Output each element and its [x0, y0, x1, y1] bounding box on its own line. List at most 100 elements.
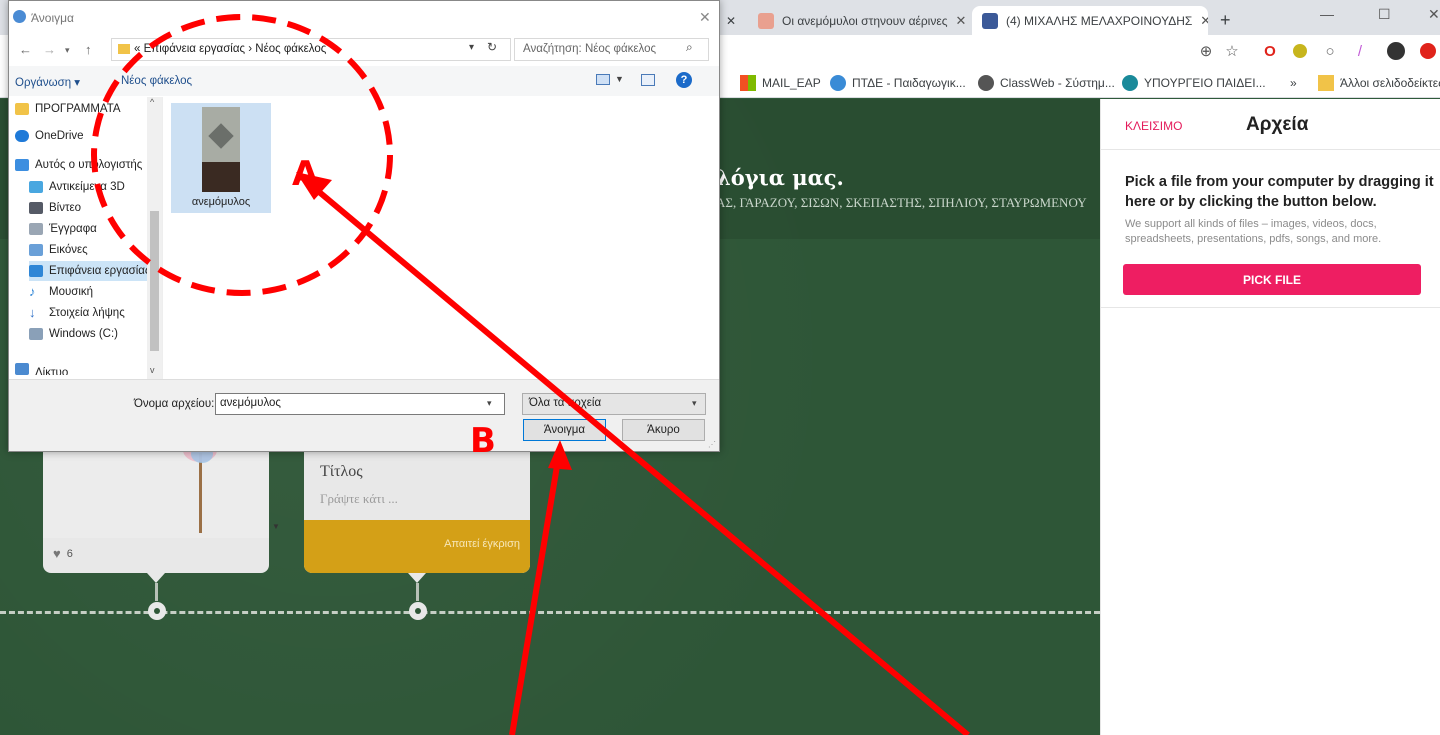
- close-icon[interactable]: ✕: [726, 14, 736, 28]
- timeline-node[interactable]: [409, 602, 427, 620]
- cloud-icon: [15, 130, 29, 142]
- nav-scrollbar[interactable]: ^ v: [147, 97, 162, 379]
- like-count-value: 6: [66, 547, 73, 560]
- file-name-label: ανεμόμυλος: [191, 196, 251, 208]
- nav-item-programs[interactable]: ΠΡΟΓΡΑΜΜΑΤΑ: [15, 99, 147, 119]
- nav-item-music[interactable]: ♪ Μουσική: [29, 282, 147, 302]
- page-subtitle: ΑΣ, ΓΑΡΑΖΟΥ, ΣΙΣΩΝ, ΣΚΕΠΑΣΤΗΣ, ΣΠΗΛΙΟΥ, …: [716, 195, 1087, 210]
- bookmark-classweb[interactable]: ClassWeb - Σύστημ...: [978, 74, 1115, 92]
- heart-icon[interactable]: ♥: [53, 546, 61, 561]
- chevron-down-icon[interactable]: ▾: [487, 398, 492, 409]
- nav-item-videos[interactable]: Βίντεο: [29, 198, 147, 218]
- update-icon[interactable]: [1418, 41, 1438, 61]
- nav-item-documents[interactable]: Έγγραφα: [29, 219, 147, 239]
- nav-item-label: OneDrive: [35, 130, 84, 142]
- address-bar[interactable]: « Επιφάνεια εργασίας › Νέος φάκελος: [111, 38, 511, 61]
- bookmark-star-icon[interactable]: ☆: [1222, 41, 1242, 61]
- bookmark-other[interactable]: Άλλοι σελιδοδείκτες: [1318, 74, 1440, 92]
- nav-item-downloads[interactable]: ↓ Στοιχεία λήψης: [29, 303, 147, 323]
- timeline-stem: [155, 583, 158, 601]
- minimize-icon[interactable]: —: [1320, 6, 1334, 22]
- tab-close-fragment[interactable]: ✕: [716, 6, 746, 35]
- extension-circle-icon[interactable]: ○: [1320, 41, 1340, 61]
- file-item-selected[interactable]: ανεμόμυλος: [171, 103, 271, 213]
- browser-tab-windmills[interactable]: Οι ανεμόμυλοι στηνουν αέρινες ✕: [748, 6, 968, 35]
- refresh-icon[interactable]: ↻: [487, 40, 497, 54]
- post-pointer: [147, 573, 165, 583]
- pick-file-button[interactable]: PICK FILE: [1123, 264, 1421, 295]
- new-tab-button[interactable]: +: [1210, 6, 1240, 35]
- tab-close-icon[interactable]: ✕: [1200, 13, 1208, 29]
- nav-item-this-pc[interactable]: Αυτός ο υπολογιστής: [15, 155, 147, 175]
- nav-item-3d-objects[interactable]: Αντικείμενα 3D: [29, 177, 147, 197]
- post-body-placeholder[interactable]: Γράψτε κάτι ...: [320, 491, 398, 507]
- close-panel-button[interactable]: ΚΛΕΙΣΙΜΟ: [1125, 119, 1182, 133]
- forward-arrow-icon[interactable]: →: [43, 42, 56, 57]
- nav-item-label: Έγγραφα: [49, 223, 97, 235]
- filename-input[interactable]: ανεμόμυλος: [215, 393, 505, 415]
- classweb-icon: [978, 75, 994, 91]
- bookmark-mail-eap[interactable]: MAIL_EAP: [740, 74, 821, 92]
- window-close-icon[interactable]: ✕: [1428, 6, 1440, 23]
- cancel-button[interactable]: Άκυρο: [622, 419, 705, 441]
- back-arrow-icon[interactable]: ←: [19, 42, 32, 57]
- like-count[interactable]: ♥ 6: [53, 546, 73, 561]
- timeline-node[interactable]: [148, 602, 166, 620]
- post-title[interactable]: Τίτλος: [320, 463, 363, 481]
- change-view-icon[interactable]: [596, 74, 610, 85]
- caret-down-icon[interactable]: ▼: [272, 522, 280, 531]
- search-icon[interactable]: ⌕: [686, 40, 693, 55]
- chevron-down-icon[interactable]: ▾: [469, 42, 474, 53]
- bookmarks-overflow-button[interactable]: »: [1290, 74, 1297, 92]
- extension-icon[interactable]: [1290, 41, 1310, 61]
- scroll-down-icon[interactable]: v: [150, 365, 155, 375]
- windmill-thumbnail: [202, 107, 240, 192]
- up-arrow-icon[interactable]: ↑: [85, 42, 92, 57]
- close-icon[interactable]: ✕: [699, 9, 711, 26]
- search-input[interactable]: Αναζήτηση: Νέος φάκελος: [514, 38, 709, 61]
- music-note-icon: ♪: [29, 284, 36, 299]
- nav-item-label: Εικόνες: [49, 244, 88, 256]
- bookmark-ministry[interactable]: ΥΠΟΥΡΓΕΙΟ ΠΑΙΔΕΙ...: [1122, 74, 1266, 92]
- organize-menu[interactable]: Οργάνωση ▾: [15, 75, 80, 89]
- scrollbar-thumb[interactable]: [150, 211, 159, 351]
- thumbnail-ground: [202, 162, 240, 192]
- nav-item-pictures[interactable]: Εικόνες: [29, 240, 147, 260]
- nav-item-network[interactable]: Δίκτυο: [15, 353, 147, 375]
- help-icon[interactable]: ?: [676, 72, 692, 88]
- chevron-down-icon[interactable]: ▼: [615, 74, 624, 84]
- file-type-select[interactable]: Όλα τα αρχεία: [522, 393, 706, 415]
- tab-close-icon[interactable]: ✕: [955, 13, 966, 29]
- folder-icon: [1318, 75, 1334, 91]
- resize-grip-icon[interactable]: ⋰: [708, 440, 716, 449]
- open-button[interactable]: Άνοιγμα: [523, 419, 606, 441]
- pictures-icon: [29, 244, 43, 256]
- profile-avatar[interactable]: [1386, 41, 1406, 61]
- zoom-icon[interactable]: ⊕: [1196, 41, 1216, 61]
- nav-item-windows-c[interactable]: Windows (C:): [29, 324, 147, 344]
- nav-item-desktop[interactable]: Επιφάνεια εργασίας: [29, 261, 147, 281]
- nav-item-onedrive[interactable]: OneDrive: [15, 126, 147, 146]
- bookmark-label: Άλλοι σελιδοδείκτες: [1340, 76, 1440, 90]
- bookmark-ptde[interactable]: ΠΤΔΕ - Παιδαγωγικ...: [830, 74, 966, 92]
- cube-icon: [29, 181, 43, 193]
- pen-extension-icon[interactable]: /: [1350, 41, 1370, 61]
- desktop-icon: [29, 265, 43, 277]
- dialog-titlebar: Άνοιγμα ✕: [9, 1, 719, 33]
- nav-item-label: Στοιχεία λήψης: [49, 307, 125, 319]
- recent-locations-caret-icon[interactable]: ▾: [65, 45, 70, 56]
- download-arrow-icon: ↓: [29, 305, 36, 320]
- maximize-icon[interactable]: ☐: [1378, 6, 1391, 23]
- chevron-down-icon[interactable]: ▾: [692, 398, 697, 409]
- post-pointer: [408, 573, 426, 583]
- tab-label: Οι ανεμόμυλοι στηνουν αέρινες: [782, 13, 948, 28]
- preview-pane-icon[interactable]: [641, 74, 655, 86]
- folder-icon: [15, 103, 29, 115]
- ptde-icon: [830, 75, 846, 91]
- nav-item-label: Επιφάνεια εργασίας: [49, 265, 147, 277]
- browser-tab-facebook[interactable]: (4) ΜΙΧΑΛΗΣ ΜΕΛΑΧΡΟΙΝΟΥΔΗΣ ✕: [972, 6, 1208, 35]
- scroll-up-icon[interactable]: ^: [150, 97, 154, 107]
- page-title: λόγια μας.: [716, 165, 844, 190]
- new-folder-button[interactable]: Νέος φάκελος: [121, 75, 192, 87]
- opera-extension-icon[interactable]: O: [1260, 41, 1280, 61]
